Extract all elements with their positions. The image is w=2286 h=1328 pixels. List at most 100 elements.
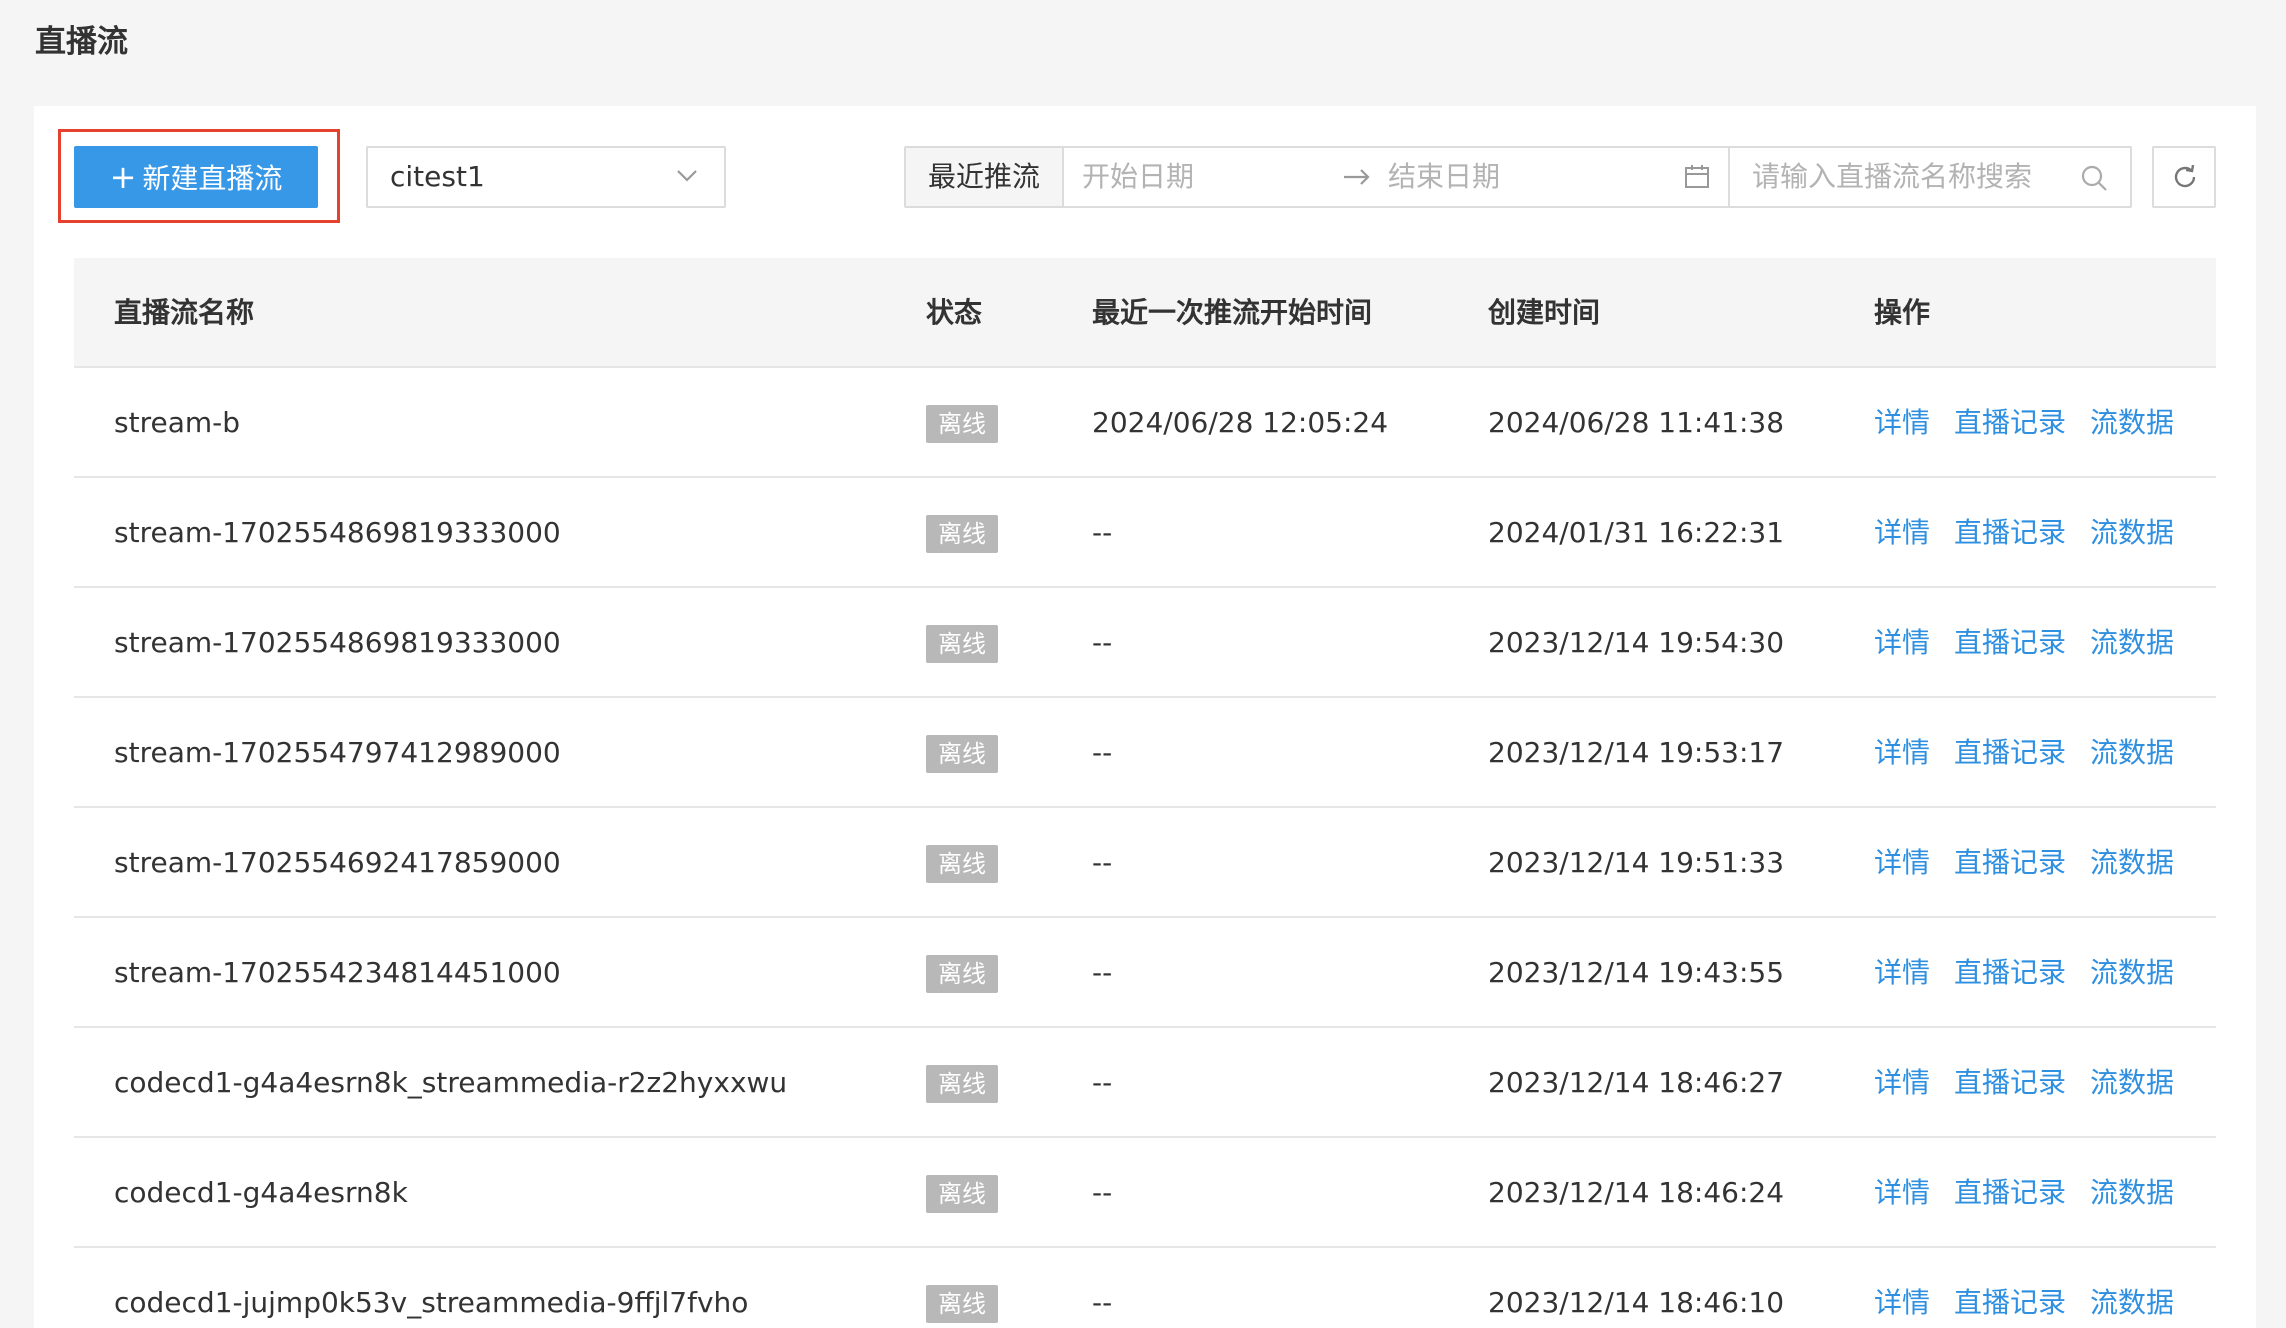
status-badge: 离线 (926, 625, 998, 663)
arrow-right-icon (1344, 169, 1370, 185)
stream-data-link[interactable]: 流数据 (2090, 368, 2174, 478)
stream-data-link[interactable]: 流数据 (2090, 478, 2174, 588)
table-row: stream-b 离线 2024/06/28 12:05:24 2024/06/28 … (74, 368, 2216, 478)
status-badge: 离线 (926, 1065, 998, 1103)
refresh-icon (2174, 164, 2196, 188)
range-tag[interactable]: 最近推流 (906, 148, 1064, 206)
status-badge: 离线 (926, 845, 998, 883)
stream-name: stream-b (114, 406, 240, 439)
table-row: stream-1702554869819333000 离线 -- 2024/01/31… (74, 478, 2216, 588)
col-created-header: 创建时间 (1488, 296, 1601, 329)
table-row: codecd1-g4a4esrn8k 离线 -- 2023/12/14 18:46:2… (74, 1138, 2216, 1248)
last-push-time: 2024/06/28 12:05:24 (1092, 406, 1389, 439)
status-badge: 离线 (926, 405, 998, 443)
detail-link[interactable]: 详情 (1874, 1248, 1930, 1328)
detail-link[interactable]: 详情 (1874, 588, 1930, 698)
search-box[interactable]: 请输入直播流名称搜索 (1728, 146, 2132, 208)
created-time: 2024/01/31 16:22:31 (1488, 516, 1785, 549)
created-time: 2023/12/14 18:46:24 (1488, 1176, 1785, 1209)
live-record-link[interactable]: 直播记录 (1954, 1138, 2066, 1248)
live-record-link[interactable]: 直播记录 (1954, 698, 2066, 808)
calendar-icon[interactable] (1684, 164, 1710, 190)
live-record-link[interactable]: 直播记录 (1954, 1028, 2066, 1138)
start-date-input[interactable]: 开始日期 (1082, 148, 1194, 206)
last-push-time: -- (1092, 956, 1113, 989)
table-header: 直播流名称 状态 最近一次推流开始时间 创建时间 操作 (74, 258, 2216, 368)
col-actions-header: 操作 (1874, 296, 1931, 329)
stream-name: stream-1702554869819333000 (114, 516, 561, 549)
refresh-button[interactable] (2152, 146, 2216, 208)
status-badge: 离线 (926, 955, 998, 993)
stream-name: stream-1702554234814451000 (114, 956, 561, 989)
search-input[interactable]: 请输入直播流名称搜索 (1752, 148, 2032, 206)
stream-data-link[interactable]: 流数据 (2090, 588, 2174, 698)
stream-name: codecd1-g4a4esrn8k (114, 1176, 408, 1209)
main-card: + 新建直播流 citest1 最近推流 开始日期 结束日期 请输入直播流名称搜… (34, 106, 2256, 1328)
last-push-time: -- (1092, 516, 1113, 549)
created-time: 2023/12/14 19:43:55 (1488, 956, 1785, 989)
created-time: 2024/06/28 11:41:38 (1488, 406, 1785, 439)
toolbar: + 新建直播流 citest1 最近推流 开始日期 结束日期 请输入直播流名称搜… (34, 106, 2256, 246)
table-row: stream-1702554797412989000 离线 -- 2023/12/14… (74, 698, 2216, 808)
detail-link[interactable]: 详情 (1874, 918, 1930, 1028)
page-title: 直播流 (35, 24, 128, 60)
table-body: stream-b 离线 2024/06/28 12:05:24 2024/06/28 … (74, 368, 2216, 1328)
col-last-push-header: 最近一次推流开始时间 (1092, 296, 1373, 329)
last-push-time: -- (1092, 846, 1113, 879)
table-row: stream-1702554234814451000 离线 -- 2023/12/14… (74, 918, 2216, 1028)
last-push-time: -- (1092, 626, 1113, 659)
last-push-time: -- (1092, 1066, 1113, 1099)
search-icon[interactable] (2080, 164, 2108, 192)
table-row: codecd1-jujmp0k53v_streammedia-9ffjl7fvh… (74, 1248, 2216, 1328)
last-push-time: -- (1092, 1286, 1113, 1319)
stream-name: codecd1-g4a4esrn8k_streammedia-r2z2hyxxw… (114, 1066, 788, 1099)
status-badge: 离线 (926, 1175, 998, 1213)
table-row: codecd1-g4a4esrn8k_streammedia-r2z2hyxxw… (74, 1028, 2216, 1138)
table-row: stream-1702554869819333000 离线 -- 2023/12/14… (74, 588, 2216, 698)
detail-link[interactable]: 详情 (1874, 368, 1930, 478)
stream-data-link[interactable]: 流数据 (2090, 808, 2174, 918)
detail-link[interactable]: 详情 (1874, 1028, 1930, 1138)
plus-icon: + (109, 158, 137, 196)
live-record-link[interactable]: 直播记录 (1954, 368, 2066, 478)
detail-link[interactable]: 详情 (1874, 1138, 1930, 1248)
live-record-link[interactable]: 直播记录 (1954, 808, 2066, 918)
detail-link[interactable]: 详情 (1874, 698, 1930, 808)
detail-link[interactable]: 详情 (1874, 478, 1930, 588)
space-select[interactable]: citest1 (366, 146, 726, 208)
stream-data-link[interactable]: 流数据 (2090, 698, 2174, 808)
live-record-link[interactable]: 直播记录 (1954, 918, 2066, 1028)
last-push-time: -- (1092, 736, 1113, 769)
space-select-value: citest1 (390, 160, 485, 193)
created-time: 2023/12/14 18:46:27 (1488, 1066, 1785, 1099)
live-record-link[interactable]: 直播记录 (1954, 588, 2066, 698)
live-record-link[interactable]: 直播记录 (1954, 1248, 2066, 1328)
stream-data-link[interactable]: 流数据 (2090, 1028, 2174, 1138)
status-badge: 离线 (926, 515, 998, 553)
created-time: 2023/12/14 19:54:30 (1488, 626, 1785, 659)
table-row: stream-1702554692417859000 离线 -- 2023/12/14… (74, 808, 2216, 918)
status-badge: 离线 (926, 1285, 998, 1323)
stream-name: codecd1-jujmp0k53v_streammedia-9ffjl7fvh… (114, 1286, 749, 1319)
stream-name: stream-1702554797412989000 (114, 736, 561, 769)
col-status-header: 状态 (926, 296, 983, 329)
stream-data-link[interactable]: 流数据 (2090, 918, 2174, 1028)
status-badge: 离线 (926, 735, 998, 773)
created-time: 2023/12/14 18:46:10 (1488, 1286, 1785, 1319)
end-date-input[interactable]: 结束日期 (1388, 148, 1500, 206)
col-name-header: 直播流名称 (114, 296, 255, 329)
date-range-picker[interactable]: 最近推流 开始日期 结束日期 (904, 146, 1738, 208)
chevron-down-icon (677, 170, 697, 182)
stream-data-link[interactable]: 流数据 (2090, 1248, 2174, 1328)
detail-link[interactable]: 详情 (1874, 808, 1930, 918)
live-record-link[interactable]: 直播记录 (1954, 478, 2066, 588)
stream-data-link[interactable]: 流数据 (2090, 1138, 2174, 1248)
stream-table: 直播流名称 状态 最近一次推流开始时间 创建时间 操作 stream-b 离线 20… (74, 258, 2216, 1328)
stream-name: stream-1702554692417859000 (114, 846, 561, 879)
new-stream-button[interactable]: + 新建直播流 (74, 146, 318, 208)
created-time: 2023/12/14 19:51:33 (1488, 846, 1785, 879)
stream-name: stream-1702554869819333000 (114, 626, 561, 659)
created-time: 2023/12/14 19:53:17 (1488, 736, 1785, 769)
new-stream-label: 新建直播流 (142, 162, 283, 195)
last-push-time: -- (1092, 1176, 1113, 1209)
